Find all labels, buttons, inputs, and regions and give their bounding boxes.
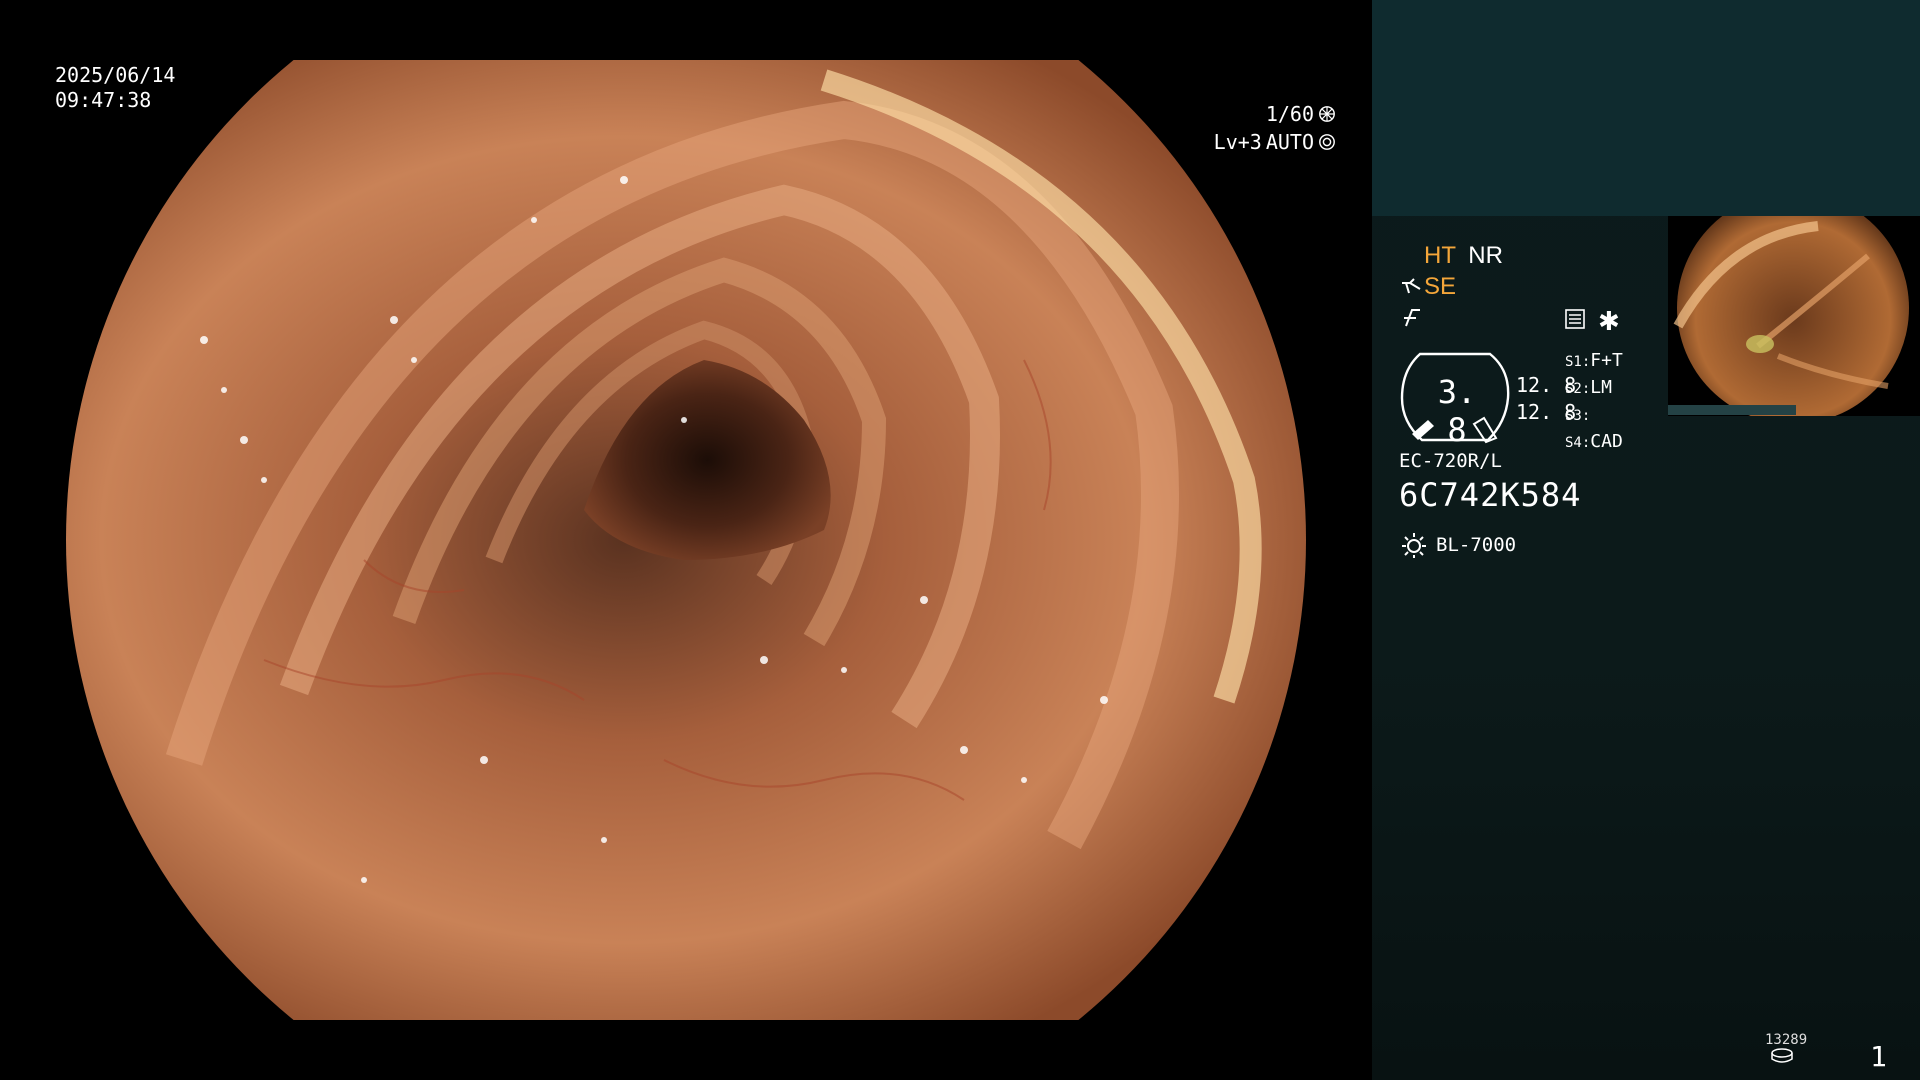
counter-text: 13289 <box>1765 1032 1808 1048</box>
scope-serial: 6C742K584 <box>1399 476 1582 514</box>
s4-value: CAD <box>1590 431 1623 452</box>
menu-icon <box>1565 309 1585 329</box>
s1-value: F+T <box>1590 350 1623 371</box>
s1-row: S1:F+T <box>1565 350 1623 371</box>
date-text: 2025/06/14 <box>55 63 176 87</box>
s4-label: S4 <box>1565 435 1582 451</box>
ht-nr-row: HT NR <box>1424 242 1503 270</box>
image-counter: 13289 <box>1765 1032 1807 1068</box>
gauge-value: 3. 8 <box>1437 373 1477 449</box>
switch-list: S1:F+T S2:LM S3: S4:CAD <box>1565 348 1623 456</box>
video-area: 2025/06/14 09:47:38 1/60 Lv+3 AUTO <box>0 0 1372 1080</box>
mode-text: AUTO <box>1265 130 1314 154</box>
time-text: 09:47:38 <box>55 88 152 112</box>
shutter-text: 1/60 <box>1265 102 1314 126</box>
s2-label: S2 <box>1565 381 1582 397</box>
scope-model: EC-720R/L <box>1399 450 1502 472</box>
panel-header <box>1372 0 1920 216</box>
nr-label: NR <box>1468 242 1503 269</box>
exposure-info: 1/60 Lv+3 AUTO <box>1116 100 1336 156</box>
side-panel: HT NR SE ✱ 3. 8 12. 8 12. 8 S1:F+T S2:LM… <box>1372 0 1920 1080</box>
endoscope-view <box>66 60 1306 1020</box>
s3-row: S3: <box>1565 408 1591 424</box>
ht-label: HT <box>1424 242 1456 269</box>
s2-row: S2:LM <box>1565 377 1612 398</box>
s1-label: S1 <box>1565 354 1582 370</box>
thumbnail-preview[interactable] <box>1668 216 1920 416</box>
level-text: Lv+3 <box>1213 130 1262 154</box>
iris-icon <box>1319 134 1335 150</box>
s3-label: S3 <box>1565 408 1582 424</box>
storage-icon <box>1771 1048 1793 1063</box>
light-icon <box>1402 533 1426 558</box>
se-row: SE <box>1400 273 1456 301</box>
light-source-row: BL-7000 <box>1400 531 1516 559</box>
thumbnail-image <box>1673 216 1909 416</box>
freeze-icon <box>1404 309 1420 327</box>
datetime: 2025/06/14 09:47:38 <box>55 63 175 113</box>
light-source-text: BL-7000 <box>1436 534 1517 556</box>
aperture-icon <box>1319 106 1335 122</box>
asterisk-icon: ✱ <box>1598 306 1620 336</box>
thumbnail-progress <box>1668 405 1796 415</box>
se-label: SE <box>1424 273 1457 300</box>
s2-value: LM <box>1590 377 1612 398</box>
s4-row: S4:CAD <box>1565 431 1623 452</box>
scope-tip-icon <box>1402 278 1421 294</box>
page-number: 1 <box>1870 1040 1887 1073</box>
